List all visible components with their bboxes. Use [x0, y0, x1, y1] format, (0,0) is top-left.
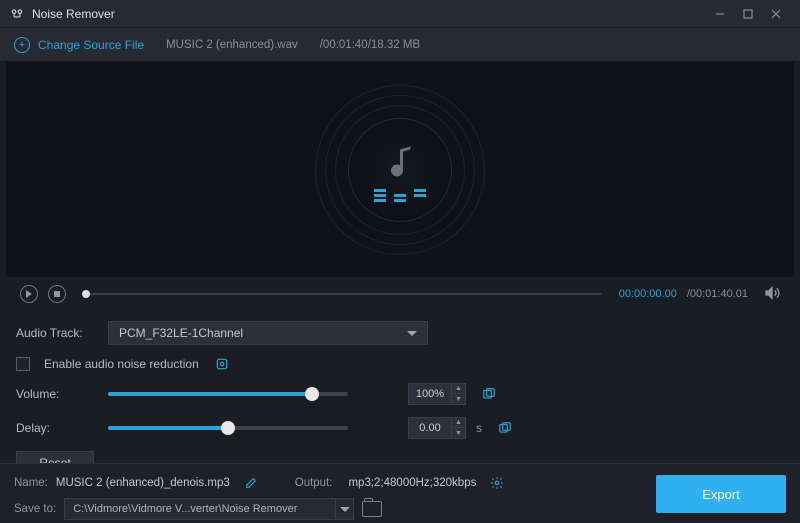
maximize-button[interactable] [734, 0, 762, 28]
name-label: Name: [14, 477, 48, 489]
plus-icon: + [14, 37, 30, 53]
toolbar: + Change Source File MUSIC 2 (enhanced).… [0, 28, 800, 62]
volume-slider[interactable] [108, 392, 348, 396]
app-icon [10, 7, 24, 21]
save-to-label: Save to: [14, 503, 56, 515]
delay-link-icon[interactable] [498, 421, 512, 435]
app-title: Noise Remover [32, 7, 706, 21]
audio-track-label: Audio Track: [16, 326, 98, 340]
edit-name-icon[interactable] [244, 477, 257, 490]
title-bar: Noise Remover [0, 0, 800, 28]
close-button[interactable] [762, 0, 790, 28]
total-duration: /00:01:40.01 [687, 288, 748, 300]
output-name: MUSIC 2 (enhanced)_denois.mp3 [56, 477, 230, 489]
output-format: mp3;2;48000Hz;320kbps [348, 477, 476, 489]
export-button[interactable]: Export [656, 475, 786, 513]
minimize-button[interactable] [706, 0, 734, 28]
delay-down-button[interactable]: ▼ [452, 428, 465, 438]
change-source-button[interactable]: + Change Source File [14, 37, 144, 53]
transport-bar: 00:00:00.00 /00:01:40.01 [6, 277, 794, 311]
change-source-label: Change Source File [38, 38, 144, 52]
volume-down-button[interactable]: ▼ [452, 394, 465, 404]
source-file-name: MUSIC 2 (enhanced).wav [166, 39, 298, 51]
preview-area [6, 62, 794, 277]
volume-icon[interactable] [764, 285, 780, 304]
delay-unit: s [476, 421, 482, 435]
audio-track-select[interactable]: PCM_F32LE-1Channel [108, 321, 428, 345]
volume-label: Volume: [16, 387, 98, 401]
output-settings-icon[interactable] [490, 476, 504, 490]
delay-label: Delay: [16, 421, 98, 435]
audio-track-value: PCM_F32LE-1Channel [119, 326, 243, 340]
delay-slider-thumb[interactable] [221, 421, 235, 435]
noise-reduction-settings-icon[interactable] [215, 357, 229, 371]
noise-reduction-checkbox[interactable] [16, 357, 30, 371]
stop-button[interactable] [48, 285, 66, 303]
volume-input[interactable]: 100% ▲▼ [408, 383, 466, 405]
chevron-down-icon [407, 331, 417, 336]
current-time: 00:00:00.00 [619, 288, 677, 300]
bottom-bar: Name: MUSIC 2 (enhanced)_denois.mp3 Outp… [0, 463, 800, 523]
delay-up-button[interactable]: ▲ [452, 418, 465, 428]
browse-folder-icon[interactable] [362, 501, 382, 517]
save-path-input[interactable]: C:\Vidmore\Vidmore V...verter\Noise Remo… [64, 498, 354, 520]
timeline-slider[interactable] [84, 293, 601, 295]
save-path-dropdown[interactable] [335, 499, 353, 519]
noise-reduction-label: Enable audio noise reduction [44, 357, 199, 371]
volume-slider-thumb[interactable] [305, 387, 319, 401]
delay-input[interactable]: 0.00 ▲▼ [408, 417, 466, 439]
disc-visual [315, 85, 485, 255]
volume-link-icon[interactable] [482, 387, 496, 401]
delay-slider[interactable] [108, 426, 348, 430]
output-label: Output: [295, 477, 333, 489]
play-button[interactable] [20, 285, 38, 303]
source-file-meta: /00:01:40/18.32 MB [320, 39, 420, 51]
volume-up-button[interactable]: ▲ [452, 384, 465, 394]
